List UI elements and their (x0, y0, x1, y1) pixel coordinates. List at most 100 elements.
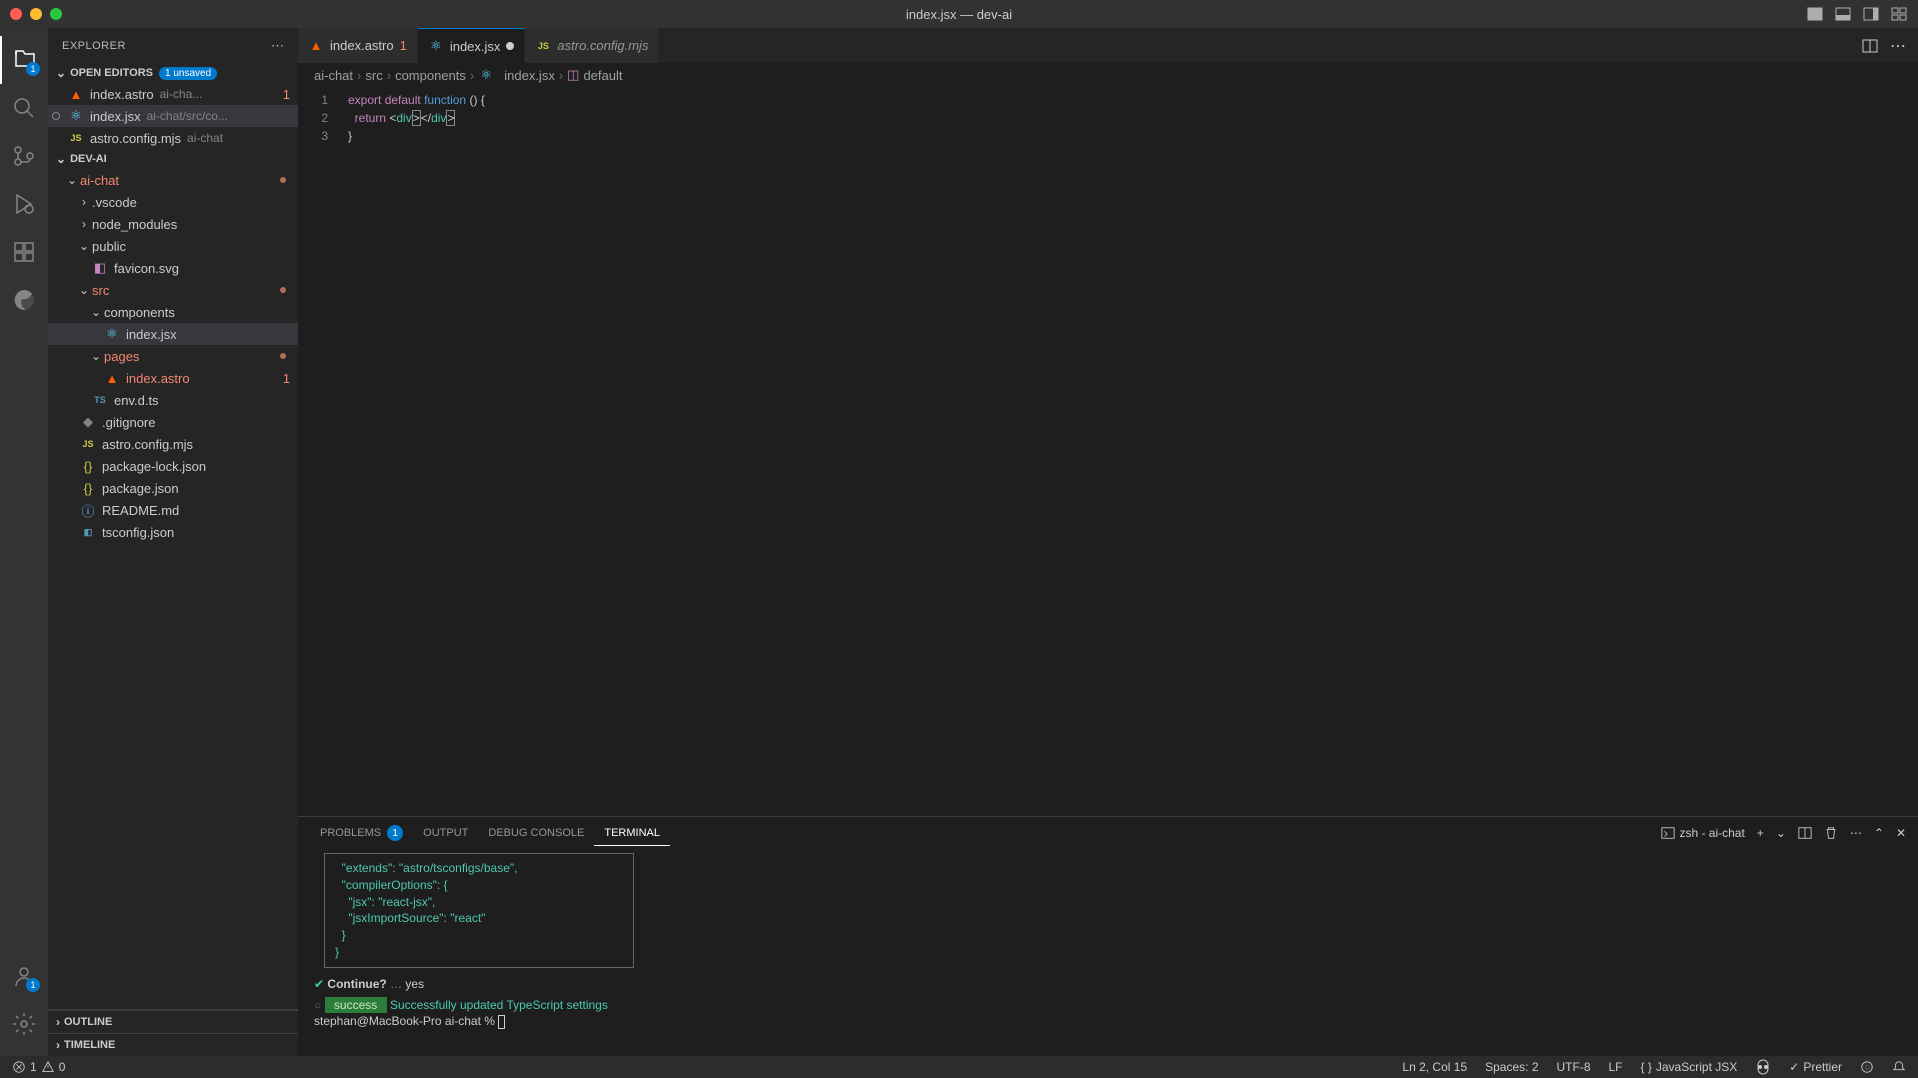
new-terminal-icon[interactable]: + (1757, 826, 1764, 840)
sidebar-more-icon[interactable]: ⋯ (271, 38, 284, 54)
panel-left-icon[interactable] (1806, 6, 1824, 22)
status-encoding[interactable]: UTF-8 (1553, 1060, 1595, 1074)
file-favicon[interactable]: ◧ favicon.svg (48, 257, 298, 279)
chevron-right-icon: › (559, 68, 563, 83)
maximize-panel-icon[interactable]: ⌃ (1874, 826, 1884, 840)
maximize-window-button[interactable] (50, 8, 62, 20)
braces-icon: { } (1641, 1060, 1652, 1074)
tab-error-count: 1 (400, 38, 407, 53)
unsaved-badge: 1 unsaved (159, 67, 217, 80)
status-prettier[interactable]: ✓ Prettier (1785, 1060, 1846, 1074)
file-name: astro.config.mjs (90, 131, 181, 146)
tab-index-jsx[interactable]: ⚛ index.jsx (418, 28, 526, 63)
close-panel-icon[interactable]: ✕ (1896, 826, 1906, 840)
react-icon: ⚛ (428, 38, 444, 54)
dirty-indicator-icon (52, 112, 60, 120)
panel-tab-terminal[interactable]: TERMINAL (594, 821, 670, 846)
search-activity[interactable] (0, 84, 48, 132)
trash-icon[interactable] (1824, 826, 1838, 840)
astro-icon: ▲ (308, 38, 324, 54)
breadcrumb-item[interactable]: index.jsx (504, 68, 555, 83)
terminal-output[interactable]: "extends": "astro/tsconfigs/base", "comp… (298, 849, 1918, 1056)
editor[interactable]: 1 2 3 export default function () { retur… (298, 87, 1918, 816)
split-terminal-icon[interactable] (1798, 826, 1812, 840)
status-copilot[interactable] (1751, 1059, 1775, 1075)
json-icon: {} (80, 458, 96, 474)
timeline-section[interactable]: › TIMELINE (48, 1033, 298, 1056)
status-feedback-icon[interactable] (1856, 1060, 1878, 1074)
warning-icon (41, 1060, 55, 1074)
status-eol[interactable]: LF (1605, 1060, 1627, 1074)
chevron-down-icon: ⌄ (64, 173, 80, 187)
chevron-down-icon: ⌄ (56, 152, 66, 166)
layout-icon[interactable] (1890, 6, 1908, 22)
explorer-activity[interactable]: 1 (0, 36, 48, 84)
open-editor-item[interactable]: JS astro.config.mjs ai-chat (48, 127, 298, 149)
editor-tabs: ▲ index.astro 1 ⚛ index.jsx JS astro.con… (298, 28, 1918, 63)
breadcrumb-item[interactable]: src (365, 68, 382, 83)
folder-components[interactable]: ⌄ components (48, 301, 298, 323)
panel-right-icon[interactable] (1862, 6, 1880, 22)
tab-index-astro[interactable]: ▲ index.astro 1 (298, 28, 418, 63)
file-astro-config[interactable]: JS astro.config.mjs (48, 433, 298, 455)
tab-more-icon[interactable]: ⋯ (1890, 36, 1906, 56)
sidebar: EXPLORER ⋯ ⌄ OPEN EDITORS 1 unsaved ▲ in… (48, 28, 298, 1056)
breadcrumb-item[interactable]: components (395, 68, 466, 83)
tab-astro-config[interactable]: JS astro.config.mjs (525, 28, 659, 63)
folder-public[interactable]: ⌄ public (48, 235, 298, 257)
folder-pages[interactable]: ⌄ pages (48, 345, 298, 367)
error-dot-icon (280, 177, 286, 183)
open-editor-item[interactable]: ⚛ index.jsx ai-chat/src/co... (48, 105, 298, 127)
status-notifications-icon[interactable] (1888, 1060, 1910, 1074)
error-count: 1 (277, 371, 290, 386)
open-editor-item[interactable]: ▲ index.astro ai-cha... 1 (48, 83, 298, 105)
js-icon: JS (80, 436, 96, 452)
file-package-json[interactable]: {} package.json (48, 477, 298, 499)
close-window-button[interactable] (10, 8, 22, 20)
panel-more-icon[interactable]: ⋯ (1850, 826, 1862, 840)
dirty-indicator-icon (506, 42, 514, 50)
panel-tab-problems[interactable]: PROBLEMS 1 (310, 819, 413, 847)
panel-bottom-icon[interactable] (1834, 6, 1852, 22)
extensions-activity[interactable] (0, 228, 48, 276)
success-badge: success (325, 997, 387, 1013)
run-debug-activity[interactable] (0, 180, 48, 228)
folder-ai-chat[interactable]: ⌄ ai-chat (48, 169, 298, 191)
folder-node-modules[interactable]: › node_modules (48, 213, 298, 235)
tab-label: astro.config.mjs (557, 38, 648, 53)
status-ln-col[interactable]: Ln 2, Col 15 (1398, 1060, 1471, 1074)
js-icon: JS (535, 38, 551, 54)
folder-vscode[interactable]: › .vscode (48, 191, 298, 213)
terminal-label[interactable]: zsh - ai-chat (1661, 826, 1744, 840)
settings-activity[interactable] (0, 1000, 48, 1048)
error-dot-icon (280, 287, 286, 293)
breadcrumb-item[interactable]: default (583, 68, 622, 83)
svg-icon: ◧ (92, 260, 108, 276)
chevron-down-icon: ⌄ (76, 283, 92, 297)
file-readme[interactable]: ⓘ README.md (48, 499, 298, 521)
accounts-activity[interactable]: 1 (0, 952, 48, 1000)
status-spaces[interactable]: Spaces: 2 (1481, 1060, 1542, 1074)
split-editor-icon[interactable] (1862, 38, 1878, 54)
file-index-jsx[interactable]: ⚛ index.jsx (48, 323, 298, 345)
minimize-window-button[interactable] (30, 8, 42, 20)
astro-icon: ▲ (68, 86, 84, 102)
workspace-header[interactable]: ⌄ DEV-AI (48, 149, 298, 169)
file-index-astro[interactable]: ▲ index.astro 1 (48, 367, 298, 389)
status-language[interactable]: { } JavaScript JSX (1637, 1060, 1742, 1074)
file-package-lock[interactable]: {} package-lock.json (48, 455, 298, 477)
status-errors[interactable]: 1 0 (8, 1060, 69, 1074)
outline-section[interactable]: › OUTLINE (48, 1010, 298, 1033)
panel-tab-debug[interactable]: DEBUG CONSOLE (478, 821, 594, 845)
file-tsconfig[interactable]: ◧ tsconfig.json (48, 521, 298, 543)
panel-tab-output[interactable]: OUTPUT (413, 821, 478, 845)
file-gitignore[interactable]: ◆ .gitignore (48, 411, 298, 433)
copilot-icon (1755, 1059, 1771, 1075)
edge-activity[interactable] (0, 276, 48, 324)
terminal-dropdown-icon[interactable]: ⌄ (1776, 826, 1786, 840)
source-control-activity[interactable] (0, 132, 48, 180)
breadcrumb-item[interactable]: ai-chat (314, 68, 353, 83)
file-env-dts[interactable]: TS env.d.ts (48, 389, 298, 411)
folder-src[interactable]: ⌄ src (48, 279, 298, 301)
open-editors-header[interactable]: ⌄ OPEN EDITORS 1 unsaved (48, 63, 298, 83)
